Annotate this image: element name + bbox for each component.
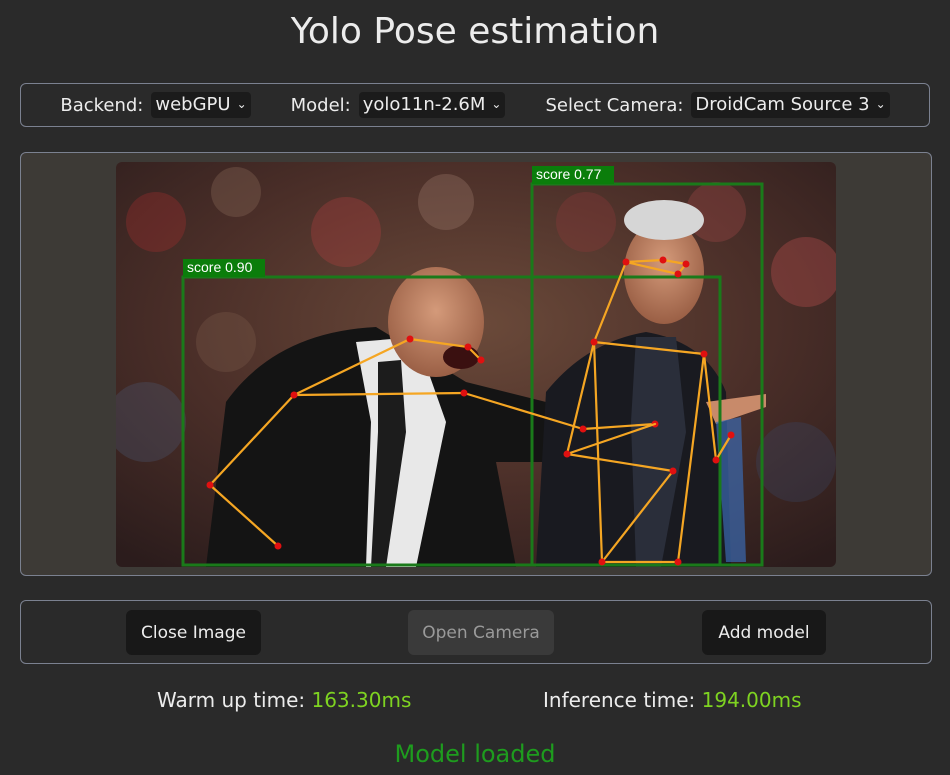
backend-label: Backend: [60,94,144,116]
warmup-value: 163.30ms [311,688,412,712]
open-camera-button[interactable]: Open Camera [408,610,554,655]
backend-select[interactable]: webGPU ⌄ [151,92,251,118]
model-select[interactable]: yolo11n-2.6M ⌄ [358,92,506,118]
warmup-metric: Warm up time: 163.30ms [157,688,411,712]
camera-control: Select Camera: DroidCam Source 3 ⌄ [545,92,890,118]
chevron-down-icon: ⌄ [491,97,502,111]
model-control: Model: yolo11n-2.6M ⌄ [291,92,506,118]
inference-value: 194.00ms [701,688,802,712]
chevron-down-icon: ⌄ [875,97,886,111]
model-select-value: yolo11n-2.6M [362,94,486,115]
model-status: Model loaded [394,740,556,768]
pose-canvas: score 0.90 score 0.77 [116,162,836,567]
backend-control: Backend: webGPU ⌄ [60,92,251,118]
action-bar: Close Image Open Camera Add model [20,600,932,664]
detection-label-1: score 0.77 [536,166,602,182]
warmup-label: Warm up time: [157,688,306,712]
inference-metric: Inference time: 194.00ms [543,688,802,712]
settings-bar: Backend: webGPU ⌄ Model: yolo11n-2.6M ⌄ … [20,83,930,127]
camera-label: Select Camera: [545,94,684,116]
chevron-down-icon: ⌄ [236,97,247,111]
model-label: Model: [290,94,351,116]
backend-select-value: webGPU [155,94,231,115]
camera-select[interactable]: DroidCam Source 3 ⌄ [691,92,890,118]
add-model-button[interactable]: Add model [702,610,826,655]
page-title: Yolo Pose estimation [290,11,660,52]
camera-select-value: DroidCam Source 3 [695,94,870,115]
pose-output-image: score 0.90 score 0.77 [116,162,836,567]
detection-label-0: score 0.90 [187,259,253,275]
close-image-button[interactable]: Close Image [126,610,261,655]
inference-label: Inference time: [543,688,696,712]
app-page: Yolo Pose estimation Backend: webGPU ⌄ M… [0,0,950,775]
